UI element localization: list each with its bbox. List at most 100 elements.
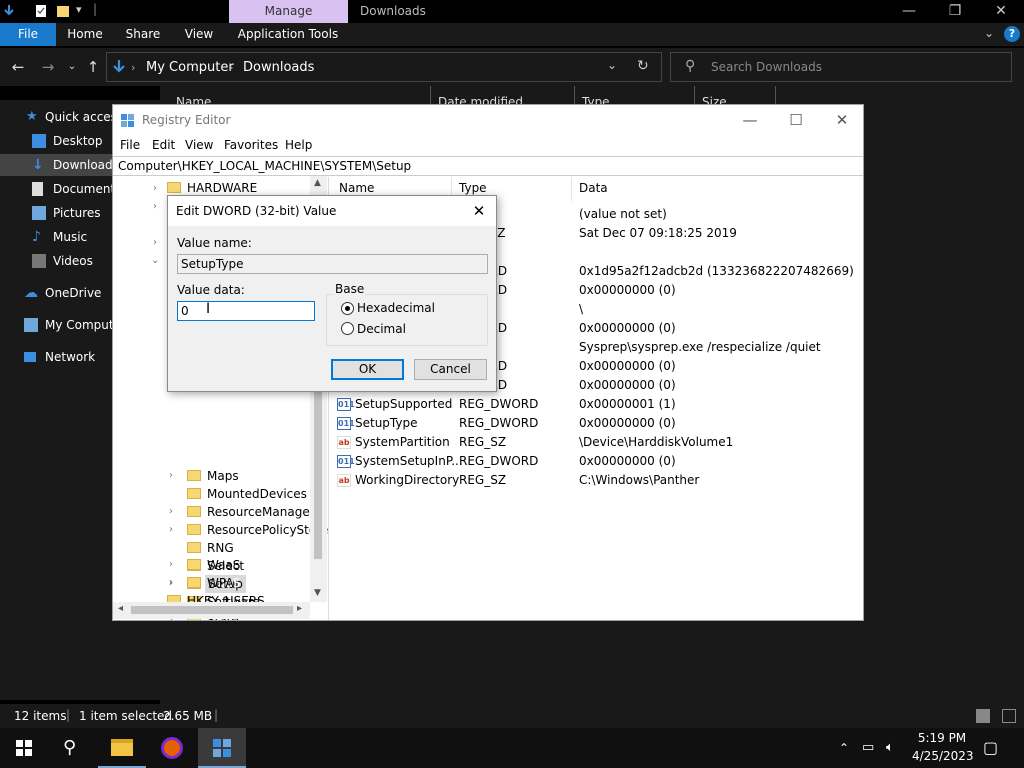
selection-size: 2.65 MB [163,709,213,723]
taskbar-firefox[interactable] [148,728,196,768]
regedit-minimize-button[interactable]: — [727,105,773,135]
breadcrumb-my-computer[interactable]: My Computer [146,60,234,75]
tree-horizontal-scrollbar[interactable]: ◂ ▸ [113,602,310,619]
tab-share[interactable]: Share [118,23,168,46]
forward-button[interactable]: → [37,56,59,78]
address-bar[interactable]: › My Computer › Downloads ⌄ ↻ [106,52,662,82]
binary-value-icon: 011 [337,455,355,468]
regedit-close-button[interactable]: ✕ [819,105,865,135]
regedit-address-bar[interactable]: Computer\HKEY_LOCAL_MACHINE\SYSTEM\Setup [113,156,863,176]
download-icon[interactable] [2,4,16,18]
registry-value-row[interactable]: 011 SystemSetupInP... REG_DWORD 0x00000000 … [331,452,863,471]
registry-value-row[interactable]: 011 SetupSupported REG_DWORD 0x00000001 (1) [331,395,863,414]
tree-item-label: HKEY_USERS [187,594,265,602]
scroll-down-icon[interactable]: ▼ [314,588,321,598]
help-icon[interactable]: ? [1004,26,1020,42]
volume-icon[interactable]: 🔈︎ [886,728,894,768]
tab-view[interactable]: View [176,23,222,46]
menu-favorites[interactable]: Favorites [224,138,278,152]
registry-editor-title: Registry Editor [142,113,231,127]
close-button[interactable]: ✕ [978,0,1024,23]
titlebar-separator: | [93,2,98,16]
regedit-maximize-button[interactable]: ☐ [773,105,819,135]
list-header-divider[interactable] [571,177,572,201]
tab-home[interactable]: Home [60,23,110,46]
taskbar-registry-editor[interactable] [198,728,246,768]
list-header-type[interactable]: Type [459,181,487,195]
menu-edit[interactable]: Edit [152,138,175,152]
breadcrumb-downloads[interactable]: Downloads [243,60,314,75]
search-button[interactable]: ⚲ [48,728,96,768]
clock-date[interactable]: 4/25/2023 [912,749,974,763]
decimal-radio[interactable] [341,322,354,335]
details-view-icon[interactable] [976,709,990,723]
tab-file[interactable]: File [0,23,56,46]
value-data: 0x00000000 (0) [579,359,676,373]
column-divider[interactable] [574,86,575,106]
minimize-button[interactable]: — [886,0,932,23]
address-dropdown-icon[interactable]: ⌄ [607,58,617,72]
back-button[interactable]: ← [7,56,29,78]
refresh-icon[interactable]: ↻ [637,58,649,74]
new-folder-icon[interactable] [56,4,70,18]
value-name: SetupSupported [355,397,453,411]
tab-manage[interactable]: Manage [229,0,348,23]
value-data: (value not set) [579,207,667,221]
list-header-data[interactable]: Data [579,181,608,195]
videos-icon [32,254,46,268]
ribbon-expand-icon[interactable]: ⌄ [984,26,994,40]
maximize-button[interactable]: ❐ [932,0,978,23]
menu-file[interactable]: File [120,138,140,152]
dialog-close-button[interactable]: ✕ [462,196,496,226]
explorer-titlebar: ▾ | Manage Downloads — ❐ ✕ [0,0,1024,23]
scrollbar-thumb[interactable] [131,606,293,614]
network-icon[interactable]: ▭ [862,728,874,768]
show-hidden-icons-icon[interactable]: ⌃ [839,728,849,768]
scroll-right-icon[interactable]: ▸ [297,603,302,614]
notifications-icon[interactable]: ▢ [983,728,998,768]
column-divider[interactable] [430,86,431,106]
registry-editor-icon [121,114,134,127]
sidebar-item-label: Pictures [53,206,101,220]
tree-chevron-icon[interactable]: › [169,574,179,592]
sidebar-item-label: Desktop [53,134,103,148]
base-label: Base [333,282,367,296]
large-icons-view-icon[interactable] [1002,709,1016,723]
search-input[interactable]: ⚲ Search Downloads [670,52,1012,82]
cancel-button[interactable]: Cancel [414,359,487,380]
tab-application-tools[interactable]: Application Tools [232,23,344,46]
recent-locations-icon[interactable]: ⌄ [61,56,83,78]
pictures-icon [32,206,46,220]
quick-access-dropdown-icon[interactable]: ▾ [76,3,82,16]
value-data: 0x00000000 (0) [579,416,676,430]
hexadecimal-radio[interactable] [341,302,354,315]
value-data-label: Value data: [177,283,245,297]
registry-editor-icon [213,739,231,757]
scroll-left-icon[interactable]: ◂ [118,603,123,614]
list-header-name[interactable]: Name [339,181,374,195]
ok-button[interactable]: OK [331,359,404,380]
hexadecimal-label[interactable]: Hexadecimal [357,301,435,315]
column-divider[interactable] [775,86,776,106]
menu-help[interactable]: Help [285,138,312,152]
registry-value-row[interactable]: ab WorkingDirectory REG_SZ C:\Windows\Panth… [331,471,863,490]
decimal-label[interactable]: Decimal [357,322,406,336]
registry-value-row[interactable]: 011 SetupType REG_DWORD 0x00000000 (0) [331,414,863,433]
value-name-field[interactable]: SetupType [177,254,488,274]
tree-chevron-icon[interactable]: › [169,556,179,574]
menu-view[interactable]: View [185,138,213,152]
start-button[interactable] [0,728,48,768]
cloud-icon: ☁ [24,285,38,301]
value-type: REG_DWORD [459,397,539,411]
sidebar-item-label: Videos [53,254,93,268]
clock-time[interactable]: 5:19 PM [914,731,970,745]
scroll-up-icon[interactable]: ▲ [314,178,321,188]
column-divider[interactable] [694,86,695,106]
folder-icon [111,739,133,756]
up-button[interactable]: ↑ [82,56,104,78]
taskbar-file-explorer[interactable] [98,728,146,768]
properties-icon[interactable] [34,4,48,18]
value-data-input[interactable]: 0 [177,301,315,321]
registry-value-row[interactable]: ab SystemPartition REG_SZ \Device\HarddiskV… [331,433,863,452]
breadcrumb-chevron-icon: › [131,61,136,74]
